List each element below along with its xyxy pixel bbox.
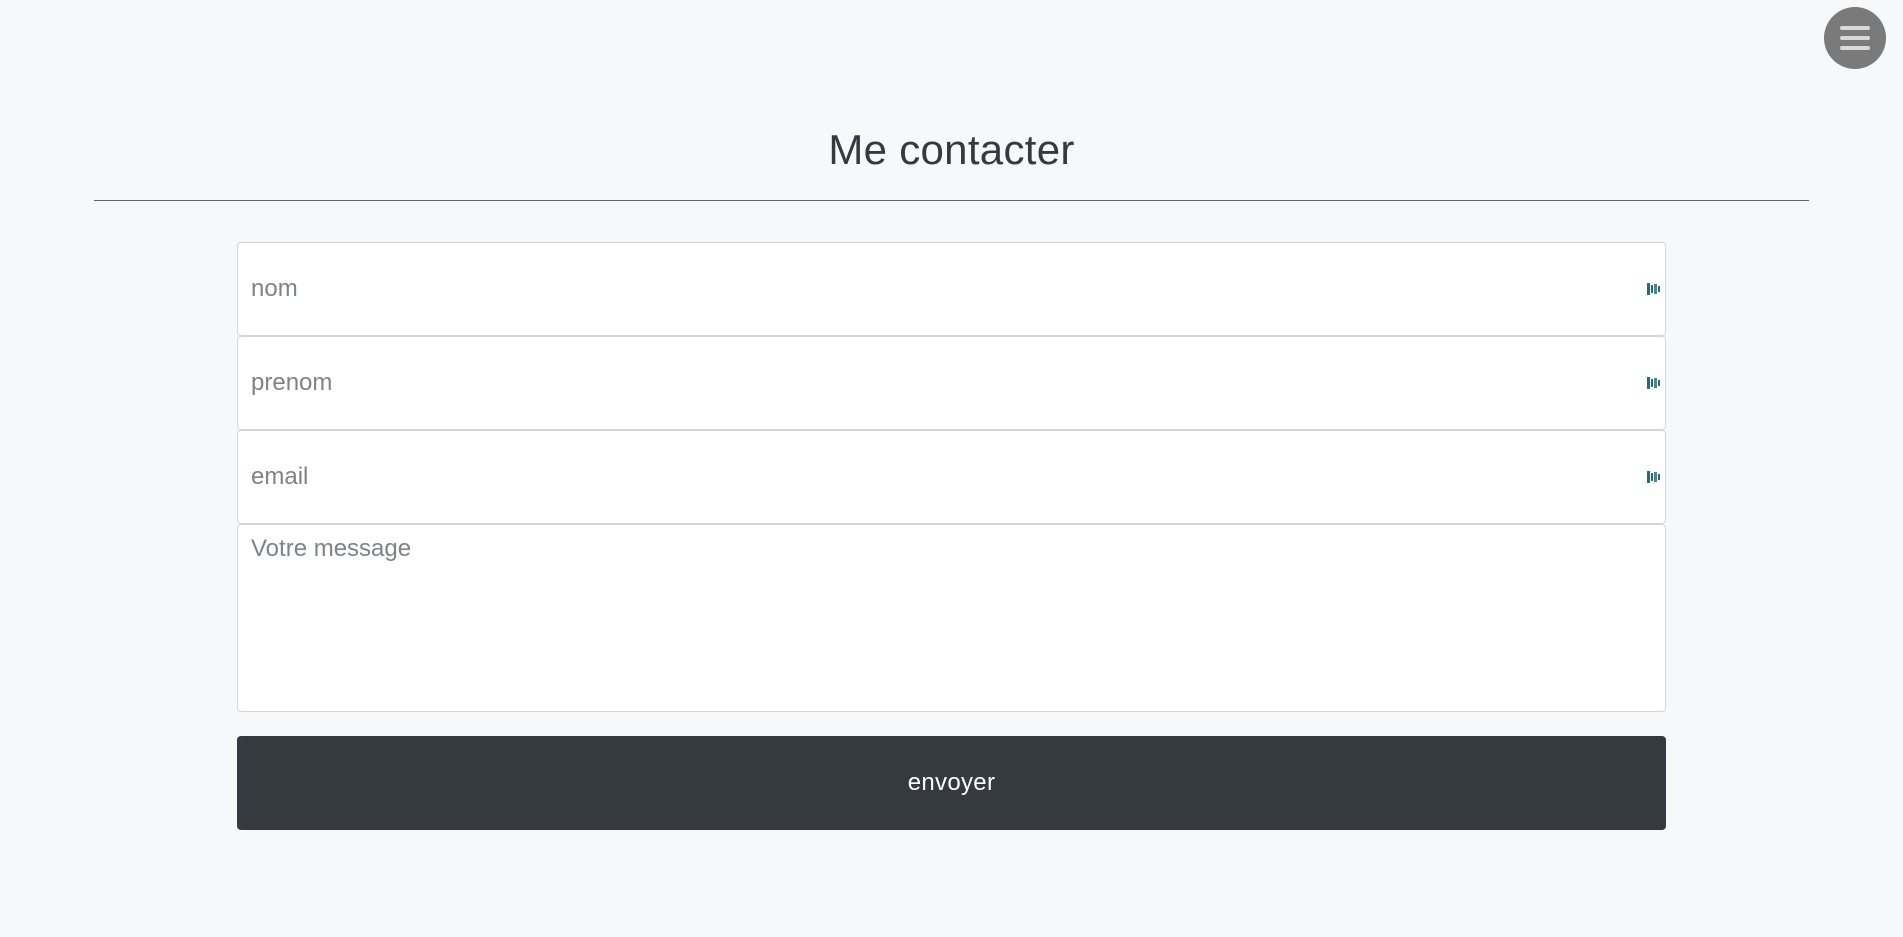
prenom-field-wrapper bbox=[237, 336, 1666, 430]
nom-field-wrapper bbox=[237, 242, 1666, 336]
prenom-input[interactable] bbox=[238, 337, 1665, 429]
hamburger-menu-icon bbox=[1840, 26, 1870, 30]
title-divider bbox=[94, 200, 1809, 201]
message-textarea[interactable] bbox=[238, 525, 1665, 711]
page-title: Me contacter bbox=[828, 126, 1075, 173]
autofill-extension-icon[interactable] bbox=[1647, 469, 1661, 485]
send-button[interactable]: envoyer bbox=[237, 736, 1666, 830]
autofill-extension-icon[interactable] bbox=[1647, 375, 1661, 391]
email-field-wrapper bbox=[237, 430, 1666, 524]
email-input[interactable] bbox=[238, 431, 1665, 523]
message-field-wrapper bbox=[237, 524, 1666, 712]
hamburger-menu-icon-bar bbox=[1840, 36, 1870, 40]
hamburger-menu-icon-bar bbox=[1840, 46, 1870, 50]
autofill-extension-icon[interactable] bbox=[1647, 281, 1661, 297]
nom-input[interactable] bbox=[238, 243, 1665, 335]
contact-form: envoyer bbox=[237, 242, 1666, 830]
menu-button[interactable] bbox=[1824, 7, 1886, 69]
